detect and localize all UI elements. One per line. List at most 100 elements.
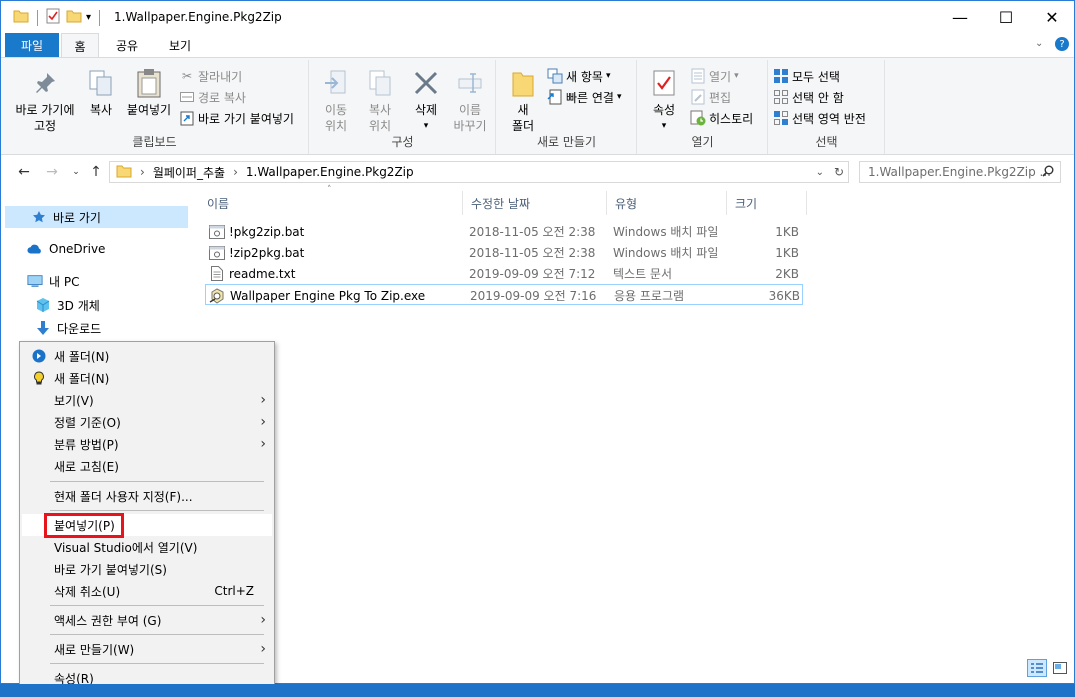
file-type: 텍스트 문서 — [613, 267, 673, 281]
breadcrumb-chevron-icon: › — [233, 165, 238, 179]
open-dropdown-icon: ▾ — [734, 71, 739, 81]
menu-item-view[interactable]: 보기(V) › — [22, 389, 272, 411]
file-row-selected[interactable]: Wallpaper Engine Pkg To Zip.exe 2019-09-… — [205, 284, 803, 305]
file-row[interactable]: readme.txt 2019-09-09 오전 7:12 텍스트 문서 2KB — [205, 263, 803, 284]
properties-check-icon[interactable] — [46, 8, 60, 27]
menu-item-paste-shortcut[interactable]: 바로 가기 붙여넣기(S) — [22, 558, 272, 580]
menu-item-give-access[interactable]: 액세스 권한 부여 (G) › — [22, 609, 272, 631]
rename-button[interactable]: 이름 바꾸기 — [448, 68, 492, 134]
history-label: 히스토리 — [709, 111, 754, 126]
new-folder-quick-icon[interactable] — [66, 9, 82, 26]
ribbon-collapse-icon[interactable]: ⌄ — [1035, 38, 1043, 49]
nav-item-onedrive[interactable]: OneDrive — [5, 238, 188, 260]
navigation-bar: ← → ⌄ ↑ › 월페이퍼_추출 › 1.Wallpaper.Engine.P… — [1, 157, 1074, 187]
file-row[interactable]: !pkg2zip.bat 2018-11-05 오전 2:38 Windows … — [205, 221, 803, 242]
up-arrow-icon[interactable]: ↑ — [85, 161, 107, 183]
nav-item-quick-access[interactable]: 바로 가기 — [5, 206, 188, 228]
back-arrow-icon[interactable]: ← — [13, 161, 35, 183]
paste-shortcut-button[interactable]: 바로 가기 붙여넣기 — [179, 108, 294, 128]
menu-item-undo-delete[interactable]: 삭제 취소(U) Ctrl+Z — [22, 580, 272, 602]
properties-button[interactable]: 속성 ▾ — [644, 68, 684, 134]
help-icon[interactable]: ? — [1055, 37, 1069, 51]
large-icons-view-icon[interactable] — [1050, 659, 1070, 677]
menu-item-sort-by[interactable]: 정렬 기준(O) › — [22, 411, 272, 433]
invert-selection-button[interactable]: 선택 영역 반전 — [773, 108, 866, 128]
nav-label: 바로 가기 — [53, 210, 101, 225]
menu-label: 정렬 기준(O) — [54, 415, 121, 430]
rename-icon — [456, 68, 484, 98]
easy-access-icon — [547, 89, 563, 105]
file-list: ˄ 이름 수정한 날짜 유형 크기 !pkg2zip.bat 2018-11-0… — [199, 185, 1069, 651]
edit-button[interactable]: 편집 — [690, 87, 731, 107]
menu-item-new-folder-blue[interactable]: 새 폴더(N) — [22, 345, 272, 367]
refresh-icon[interactable]: ↻ — [834, 165, 844, 179]
new-folder-button[interactable]: 새 폴더 — [505, 68, 541, 134]
column-header-date[interactable]: 수정한 날짜 — [463, 191, 607, 215]
column-header-size[interactable]: 크기 — [727, 191, 807, 215]
menu-item-new[interactable]: 새로 만들기(W) › — [22, 638, 272, 660]
file-row[interactable]: !zip2pkg.bat 2018-11-05 오전 2:38 Windows … — [205, 242, 803, 263]
paste-shortcut-label: 바로 가기 붙여넣기 — [198, 111, 294, 126]
select-all-button[interactable]: 모두 선택 — [773, 66, 840, 86]
breadcrumb-parent[interactable]: 월페이퍼_추출 — [153, 164, 225, 181]
new-item-button[interactable]: 새 항목 ▾ — [547, 66, 610, 86]
path-icon — [179, 89, 195, 105]
easy-access-button[interactable]: 빠른 연결 ▾ — [547, 87, 622, 107]
breadcrumb-current[interactable]: 1.Wallpaper.Engine.Pkg2Zip — [246, 165, 414, 179]
forward-arrow-icon[interactable]: → — [41, 161, 63, 183]
cut-button[interactable]: ✂ 잘라내기 — [179, 66, 242, 86]
column-header-type[interactable]: 유형 — [607, 191, 727, 215]
file-date: 2019-09-09 오전 7:16 — [470, 289, 597, 303]
new-item-label: 새 항목 — [566, 69, 603, 84]
clipboard-group-label: 클립보드 — [132, 135, 177, 149]
tab-share[interactable]: 공유 — [107, 33, 147, 57]
nav-item-3d-objects[interactable]: 3D 개체 — [5, 294, 188, 316]
menu-item-open-in-visual-studio[interactable]: Visual Studio에서 열기(V) — [22, 536, 272, 558]
tab-home[interactable]: 홈 — [61, 33, 99, 58]
nav-label: 내 PC — [49, 274, 80, 289]
address-dropdown-icon[interactable]: ⌄ — [816, 167, 824, 178]
tab-view[interactable]: 보기 — [159, 33, 201, 57]
menu-item-group-by[interactable]: 분류 방법(P) › — [22, 433, 272, 455]
blue-circle-icon — [31, 348, 47, 364]
select-all-icon — [773, 68, 789, 84]
text-file-icon — [211, 263, 223, 284]
address-bar[interactable]: › 월페이퍼_추출 › 1.Wallpaper.Engine.Pkg2Zip ⌄… — [109, 161, 849, 183]
move-to-button[interactable]: 이동 위치 — [316, 68, 356, 134]
easy-access-label: 빠른 연결 — [566, 90, 614, 105]
download-icon — [35, 320, 51, 336]
close-button[interactable]: ✕ — [1029, 1, 1075, 33]
open-group: 속성 ▾ 열기 ▾ 편집 히스토리 열기 — [638, 60, 768, 154]
delete-button[interactable]: 삭제 ▾ — [406, 68, 446, 134]
paste-button[interactable]: 붙여넣기 — [121, 68, 177, 118]
tab-file[interactable]: 파일 — [5, 33, 59, 57]
context-menu: 새 폴더(N) 새 폴더(N) 보기(V) › 정렬 기준(O) › 분류 방법… — [19, 341, 275, 693]
menu-item-refresh[interactable]: 새로 고침(E) — [22, 455, 272, 477]
details-view-icon[interactable] — [1027, 659, 1047, 677]
menu-separator — [50, 634, 264, 635]
properties-label: 속성 — [652, 103, 676, 117]
move-to-label-1: 이동 — [324, 103, 348, 117]
menu-label: 액세스 권한 부여 (G) — [54, 613, 162, 628]
breadcrumb-chevron-icon: › — [140, 165, 145, 179]
recent-locations-icon[interactable]: ⌄ — [65, 161, 87, 183]
minimize-button[interactable]: — — [937, 1, 983, 33]
copy-path-button[interactable]: 경로 복사 — [179, 87, 246, 107]
nav-item-this-pc[interactable]: 내 PC — [5, 270, 188, 292]
cloud-icon — [27, 241, 43, 257]
search-box[interactable]: 1.Wallpaper.Engine.Pkg2Zip ... — [859, 161, 1061, 183]
menu-item-customize-folder[interactable]: 현재 폴더 사용자 지정(F)... — [22, 485, 272, 507]
open-button[interactable]: 열기 ▾ — [690, 66, 739, 86]
menu-item-new-folder-yellow[interactable]: 새 폴더(N) — [22, 367, 272, 389]
pin-quick-access-button[interactable]: 바로 가기에 고정 — [7, 68, 83, 134]
copy-button[interactable]: 복사 — [83, 68, 119, 118]
select-none-button[interactable]: 선택 안 함 — [773, 87, 844, 107]
history-button[interactable]: 히스토리 — [690, 108, 753, 128]
maximize-button[interactable]: ☐ — [983, 1, 1029, 33]
nav-item-downloads[interactable]: 다운로드 — [5, 317, 188, 339]
file-name: Wallpaper Engine Pkg To Zip.exe — [230, 288, 426, 303]
delete-label: 삭제 — [414, 103, 438, 117]
customize-dropdown-icon[interactable]: ▾ — [86, 12, 91, 23]
column-header-name[interactable]: 이름 — [199, 191, 463, 215]
copy-to-button[interactable]: 복사 위치 — [360, 68, 400, 134]
